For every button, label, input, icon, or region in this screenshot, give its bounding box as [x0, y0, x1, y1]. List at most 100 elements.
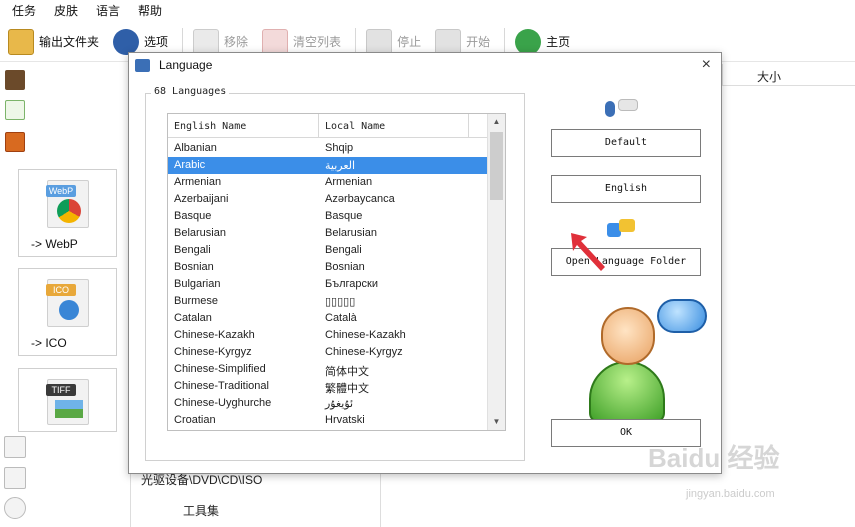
list-scrollbar[interactable]: ▲ ▼	[487, 114, 505, 430]
file-list-header: 大小	[722, 64, 855, 86]
local-name-cell: 繁體中文	[325, 383, 369, 395]
gear-icon	[113, 28, 140, 55]
local-name-column[interactable]: Local Name	[325, 121, 385, 132]
app-icon	[135, 59, 150, 72]
menu-help[interactable]: 帮助	[138, 2, 162, 19]
scroll-up-icon[interactable]: ▲	[488, 114, 505, 130]
scroll-thumb[interactable]	[490, 132, 503, 200]
english-name-cell: Bosnian	[174, 261, 214, 273]
english-name-cell: Arabic	[174, 159, 206, 171]
mascot-icon	[589, 299, 709, 429]
document-panel-icon[interactable]	[4, 436, 26, 458]
local-name-cell: Bosnian	[325, 261, 365, 273]
language-dialog: Language × 68 Languages English Name Loc…	[128, 52, 722, 474]
english-name-cell: Croatian	[174, 414, 216, 426]
info-icon	[59, 300, 79, 320]
drive-icon[interactable]	[4, 467, 26, 489]
local-name-cell: Chinese-Kyrgyz	[325, 346, 403, 358]
language-row[interactable]: Burmese ▯▯▯▯▯	[168, 293, 488, 310]
language-row[interactable]: Chinese-Kazakh Chinese-Kazakh	[168, 327, 488, 344]
options-label: 选项	[144, 35, 169, 49]
local-name-cell: Basque	[325, 210, 363, 222]
english-name-cell: Bengali	[174, 244, 211, 256]
ico-badge: ICO	[46, 284, 76, 296]
local-name-cell: Armenian	[325, 176, 373, 188]
local-name-cell: Български	[325, 278, 378, 290]
language-row[interactable]: Albanian Shqip	[168, 140, 488, 157]
toolset-section[interactable]: 工具集	[183, 502, 219, 519]
menu-bar: 任务 皮肤 语言 帮助	[0, 0, 855, 20]
dialog-title: Language	[159, 58, 213, 72]
tiff-tile[interactable]: TIFF	[18, 368, 117, 432]
video-icon[interactable]	[5, 70, 25, 90]
picture-icon[interactable]	[5, 132, 25, 152]
chrome-icon	[57, 199, 81, 223]
local-name-cell: ئۇيغۇر	[325, 398, 354, 410]
ico-tile[interactable]: ICO -> ICO	[18, 268, 117, 356]
languages-count-label: 68 Languages	[151, 86, 230, 97]
dialog-title-bar: Language ×	[129, 53, 721, 79]
clear-icon	[262, 28, 289, 55]
english-name-cell: Armenian	[174, 176, 222, 188]
language-row[interactable]: Chinese-Uyghurche ئۇيغۇر	[168, 395, 488, 412]
local-name-cell: Chinese-Kazakh	[325, 329, 406, 341]
language-row[interactable]: Chinese-Traditional 繁體中文	[168, 378, 488, 395]
baidu-watermark-url: jingyan.baidu.com	[686, 488, 775, 500]
ico-label: -> ICO	[31, 336, 67, 350]
language-row[interactable]: Bengali Bengali	[168, 242, 488, 259]
music-icon[interactable]	[5, 100, 25, 120]
local-name-cell: العربية	[325, 160, 356, 172]
default-button[interactable]: Default	[551, 129, 701, 157]
local-name-cell: 简体中文	[325, 366, 369, 378]
language-row[interactable]: Belarusian Belarusian	[168, 225, 488, 242]
language-row[interactable]: Catalan Català	[168, 310, 488, 327]
tiff-badge: TIFF	[46, 384, 76, 396]
output-folder-button[interactable]: 输出文件夹	[8, 27, 99, 57]
menu-skin[interactable]: 皮肤	[54, 2, 78, 19]
scroll-down-icon[interactable]: ▼	[488, 414, 505, 430]
language-row[interactable]: Arabic العربية	[168, 157, 488, 174]
english-button[interactable]: English	[551, 175, 701, 203]
language-row[interactable]: Croatian Hrvatski	[168, 412, 488, 429]
language-row[interactable]: Chinese-Kyrgyz Chinese-Kyrgyz	[168, 344, 488, 361]
language-row[interactable]: Azerbaijani Azərbaycanca	[168, 191, 488, 208]
menu-task[interactable]: 任务	[12, 2, 36, 19]
baidu-watermark: Baidu 经验	[648, 443, 780, 473]
column-separator	[318, 114, 319, 138]
english-name-cell: Burmese	[174, 295, 219, 307]
ico-file-icon: ICO	[46, 279, 89, 327]
language-row[interactable]: Chinese-Simplified 简体中文	[168, 361, 488, 378]
language-row[interactable]: Armenian Armenian	[168, 174, 488, 191]
webp-file-icon: WebP	[46, 180, 89, 228]
english-name-cell: Catalan	[174, 312, 212, 324]
menu-language[interactable]: 语言	[96, 2, 120, 19]
column-separator	[468, 114, 469, 138]
english-name-cell: Basque	[174, 210, 212, 222]
english-name-cell: Bulgarian	[174, 278, 221, 290]
clear-list-label: 清空列表	[293, 35, 342, 49]
english-name-cell: Chinese-Simplified	[174, 363, 266, 375]
stop-label: 停止	[397, 35, 422, 49]
landscape-icon	[55, 400, 83, 418]
english-name-cell: Belarusian	[174, 227, 226, 239]
language-list[interactable]: English Name Local Name Albanian Shqip Ara…	[167, 113, 506, 431]
home-label: 主页	[546, 35, 571, 49]
remove-label: 移除	[224, 35, 249, 49]
local-name-cell: ▯▯▯▯▯	[325, 296, 356, 308]
annotation-arrow	[571, 233, 605, 271]
local-name-cell: Belarusian	[325, 227, 377, 239]
english-name-cell: Albanian	[174, 142, 217, 154]
close-icon[interactable]: ×	[702, 56, 711, 74]
language-row[interactable]: Bulgarian Български	[168, 276, 488, 293]
language-row[interactable]: Basque Basque	[168, 208, 488, 225]
local-name-cell: Azərbaycanca	[325, 193, 395, 205]
english-name-column[interactable]: English Name	[174, 121, 246, 132]
chat-people-icon	[605, 99, 639, 119]
webp-tile[interactable]: WebP -> WebP	[18, 169, 117, 257]
language-row[interactable]: Bosnian Bosnian	[168, 259, 488, 276]
size-column-header[interactable]: 大小	[757, 68, 781, 85]
local-name-cell: Català	[325, 312, 357, 324]
english-name-cell: Chinese-Kazakh	[174, 329, 255, 341]
tools-icon[interactable]	[4, 497, 26, 519]
webp-badge: WebP	[46, 185, 76, 197]
